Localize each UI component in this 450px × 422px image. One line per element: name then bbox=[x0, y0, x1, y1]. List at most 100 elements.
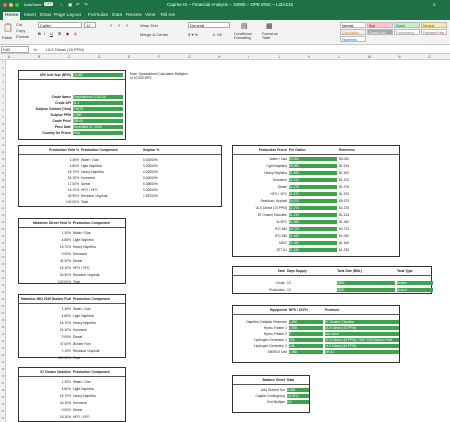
equipment-table-cell[interactable]: ULS Diesel (15 PPM) bbox=[325, 344, 399, 348]
paste-icon[interactable]: 📋 bbox=[3, 23, 13, 32]
production-yield-table-cell[interactable]: 1.30% bbox=[21, 158, 79, 162]
format-painter-button[interactable]: Format bbox=[16, 34, 29, 39]
style-hyperlink[interactable]: Hyperlink bbox=[340, 36, 366, 42]
cut-button[interactable]: Cut bbox=[16, 22, 22, 27]
crude-prop-label[interactable]: Crude Name bbox=[21, 95, 71, 99]
row-header[interactable]: 13 bbox=[0, 144, 6, 147]
align-right-icon[interactable]: ≡ bbox=[126, 23, 128, 28]
production-prices-table-cell[interactable]: Light Naphtha bbox=[235, 164, 287, 168]
production-yield-table-cell[interactable]: 0.00000% bbox=[143, 158, 221, 162]
production-prices-table-cell[interactable]: $0.724 bbox=[289, 227, 337, 231]
column-header-d[interactable]: D bbox=[98, 54, 101, 60]
row-header[interactable]: 46 bbox=[0, 375, 6, 378]
row-header[interactable]: 21 bbox=[0, 200, 6, 203]
octane-gasoline-table-cell[interactable]: HFO / VFO bbox=[73, 415, 127, 419]
save-icon[interactable]: ▣ bbox=[68, 2, 72, 8]
production-prices-table-cell[interactable]: $1.110 bbox=[289, 178, 337, 182]
octane-gasoline-table-cell[interactable]: 4.80% bbox=[21, 387, 71, 391]
tank-table-cell[interactable]: 10 bbox=[287, 288, 335, 292]
production-yield-table-cell[interactable]: 0.00000% bbox=[143, 188, 221, 192]
maximise-bunker-table-cell[interactable]: Diesel bbox=[73, 335, 127, 339]
crude-prop-label[interactable]: Crude Price bbox=[21, 119, 71, 123]
balance-sheet-table-header[interactable]: Balance Sheet bbox=[235, 378, 285, 382]
production-prices-table-cell[interactable]: $0.000 bbox=[339, 157, 397, 161]
maximise-bunker-table-cell[interactable]: Heavy Naphtha bbox=[73, 321, 127, 325]
maximise-bunker-table-cell[interactable]: Light Naphtha bbox=[73, 314, 127, 318]
maximise-diesel-table-cell[interactable]: 30.90% bbox=[21, 273, 71, 277]
production-prices-table-cell[interactable]: $0.973 bbox=[289, 199, 337, 203]
production-prices-table-cell[interactable]: Residual / Asphalt bbox=[235, 199, 287, 203]
tab-formulas[interactable]: Formulas bbox=[86, 12, 110, 20]
column-header-l[interactable]: L bbox=[338, 54, 340, 60]
production-yield-table-cell[interactable]: 30.90% bbox=[21, 194, 79, 198]
equipment-table-cell[interactable]: Hydrogen Generator 1 bbox=[235, 338, 287, 342]
borders-icon[interactable]: ⊞ bbox=[58, 31, 61, 36]
copy-button[interactable]: Copy bbox=[16, 28, 25, 33]
row-header[interactable]: 8 bbox=[0, 109, 6, 112]
production-yield-table-cell[interactable]: 24.10% bbox=[21, 176, 79, 180]
undo-icon[interactable]: ↶ bbox=[76, 2, 80, 8]
tank-table-cell[interactable]: Buried bbox=[397, 288, 433, 292]
production-prices-table-cell[interactable]: $1.230 bbox=[339, 248, 397, 252]
crude-prop-label[interactable]: Sulphur PPM bbox=[21, 113, 71, 117]
production-yield-table-cell[interactable]: HFO / VFO bbox=[81, 188, 141, 192]
row-header[interactable]: 22 bbox=[0, 207, 6, 210]
equipment-table-cell[interactable]: Hydro-Treater 2 bbox=[235, 332, 287, 336]
equipment-table-cell[interactable]: Hydro-Treater 1 bbox=[235, 326, 287, 330]
production-prices-table-cell[interactable]: Diesel bbox=[235, 185, 287, 189]
production-yield-table-cell[interactable]: 0.00000% bbox=[143, 164, 221, 168]
row-header[interactable]: 33 bbox=[0, 284, 6, 287]
equipment-table-header[interactable]: Products bbox=[325, 308, 399, 312]
production-prices-table-cell[interactable]: $1.276 bbox=[339, 185, 397, 189]
tab-tell-me[interactable]: Tell me bbox=[158, 12, 177, 20]
style-followed-hyp-[interactable]: Followed Hyp... bbox=[421, 29, 447, 35]
column-header-j[interactable]: J bbox=[278, 54, 280, 60]
production-yield-table-header[interactable]: Production Component bbox=[81, 148, 141, 152]
production-yield-table-header[interactable]: Production Yield % bbox=[21, 148, 79, 152]
production-prices-table-header[interactable]: Production Prices bbox=[235, 148, 287, 152]
production-prices-table-cell[interactable]: VLSFO bbox=[235, 220, 287, 224]
production-prices-table-cell[interactable]: $1.370 bbox=[289, 192, 337, 196]
align-center-icon[interactable]: ≡ bbox=[118, 23, 120, 28]
decimal-icon[interactable]: .0 .00 bbox=[212, 32, 222, 37]
production-prices-table-cell[interactable]: $1.276 bbox=[339, 206, 397, 210]
tab-review[interactable]: Review bbox=[124, 12, 144, 20]
production-yield-table-cell[interactable]: 1.55700% bbox=[143, 194, 221, 198]
equipment-table-cell[interactable]: Naphtha Catalytic Reformer bbox=[235, 320, 287, 324]
column-header-f[interactable]: F bbox=[158, 54, 160, 60]
maximise-diesel-table-header[interactable]: Production Component bbox=[73, 221, 127, 225]
fill-color-icon[interactable]: ◆ bbox=[66, 31, 69, 36]
row-header[interactable]: 51 bbox=[0, 410, 6, 413]
crude-prop-value[interactable]: $55.00 bbox=[73, 119, 123, 123]
row-header[interactable]: 18 bbox=[0, 179, 6, 182]
crude-prop-value[interactable]: Guyanablend LIZA216 bbox=[73, 95, 123, 99]
crude-prop-value[interactable]: November 27, 2020 bbox=[73, 125, 123, 129]
column-header-e[interactable]: E bbox=[128, 54, 130, 60]
production-yield-table-cell[interactable]: 17.00% bbox=[21, 182, 79, 186]
redo-icon[interactable]: ↷ bbox=[84, 2, 88, 8]
row-header[interactable]: 16 bbox=[0, 165, 6, 168]
production-prices-table-cell[interactable]: HFO / VFO bbox=[235, 192, 288, 196]
row-header[interactable]: 35 bbox=[0, 298, 6, 301]
style-calculation[interactable]: Calculation bbox=[340, 29, 366, 35]
production-prices-table-cell[interactable]: Kerosene bbox=[235, 178, 287, 182]
api-unit-label[interactable]: API/ Unit Size (BPD) bbox=[21, 73, 71, 77]
equipment-table-cell[interactable]: 0 bbox=[289, 332, 323, 336]
production-prices-table-cell[interactable]: $1.914 bbox=[339, 164, 397, 168]
maximise-diesel-table-cell[interactable]: 100.00% bbox=[21, 280, 71, 284]
balance-sheet-table-cell[interactable]: Exit Multiple bbox=[235, 400, 285, 404]
row-header[interactable]: 17 bbox=[0, 172, 6, 175]
row-header[interactable]: 34 bbox=[0, 291, 6, 294]
maximise-bunker-table-cell[interactable]: Water / Gas bbox=[73, 307, 127, 311]
production-prices-table-cell[interactable]: ULS Diesel (15 PPM) bbox=[235, 206, 287, 210]
row-header[interactable]: 40 bbox=[0, 333, 6, 336]
production-prices-table-cell[interactable]: $1.134 bbox=[339, 213, 397, 217]
equipment-table-cell[interactable]: 225 bbox=[289, 338, 323, 342]
tank-table-header[interactable]: Tank Type bbox=[397, 269, 433, 273]
production-prices-table-cell[interactable]: $1.230 bbox=[289, 248, 337, 252]
production-prices-table-cell[interactable]: JET A1 bbox=[235, 248, 287, 252]
equipment-table-cell[interactable]: ULS Diesel (15 PPM) / IMO 2020 Bunker Fu… bbox=[325, 338, 399, 342]
production-yield-table-cell[interactable]: 0.38600% bbox=[143, 182, 221, 186]
production-prices-table-cell[interactable]: Heavy Naphtha bbox=[235, 171, 287, 175]
tank-table-header[interactable]: Tank bbox=[235, 269, 285, 273]
